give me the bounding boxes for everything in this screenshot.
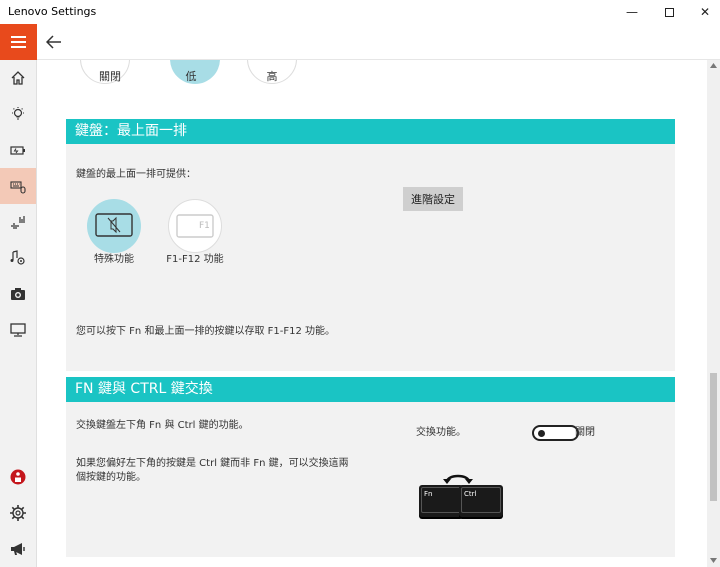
- swap-arrows-icon: [443, 474, 473, 484]
- minimize-icon: —: [626, 5, 638, 19]
- back-arrow-icon: [46, 35, 61, 49]
- scrollbar-thumb[interactable]: [710, 373, 717, 501]
- swap-toggle[interactable]: [532, 425, 579, 441]
- sidebar-item-display[interactable]: [0, 96, 36, 132]
- sidebar-item-settings[interactable]: [0, 495, 36, 531]
- fn-key: Fn: [419, 485, 463, 517]
- maximize-button[interactable]: [651, 0, 687, 24]
- battery-icon: [10, 146, 25, 155]
- camera-icon: [11, 288, 25, 300]
- minimize-button[interactable]: —: [614, 0, 650, 24]
- home-icon: [11, 71, 25, 85]
- fn-ctrl-panel: FN 鍵與 CTRL 鍵交換 交換鍵盤左下角 Fn 與 Ctrl 鍵的功能。 如…: [66, 377, 675, 557]
- main-content: 關閉 低 高 鍵盤：最上面一排 鍵盤的最上面一排可提供： 進階設定 特殊功能 F…: [37, 60, 707, 567]
- top-row-intro: 鍵盤的最上面一排可提供：: [76, 169, 196, 180]
- sidebar-item-audio[interactable]: [0, 240, 36, 276]
- window-title: Lenovo Settings: [8, 5, 97, 18]
- close-icon: ✕: [699, 5, 711, 19]
- megaphone-icon: [11, 543, 25, 555]
- back-button[interactable]: [42, 30, 66, 54]
- special-function-label: 特殊功能: [94, 254, 134, 265]
- sidebar-item-monitor[interactable]: [0, 312, 36, 348]
- sidebar-item-network[interactable]: [0, 204, 36, 240]
- f1-key-label: F1: [199, 221, 210, 231]
- keyboard-mouse-icon: [10, 181, 26, 194]
- hamburger-menu-button[interactable]: [0, 24, 37, 60]
- swap-function-label: 交換功能。: [416, 427, 466, 438]
- hamburger-line: [11, 36, 26, 38]
- sidebar-item-support[interactable]: [0, 459, 36, 495]
- sidebar-item-power[interactable]: [0, 132, 36, 168]
- sidebar: [0, 60, 37, 567]
- audio-settings-icon: [10, 250, 25, 265]
- vertical-scrollbar[interactable]: [707, 60, 720, 567]
- scroll-up-icon[interactable]: [710, 63, 717, 68]
- top-row-note: 您可以按下 Fn 和最上面一排的按鍵以存取 F1-F12 功能。: [76, 326, 336, 337]
- sidebar-item-home[interactable]: [0, 60, 36, 96]
- f1-f12-option[interactable]: F1: [168, 199, 222, 253]
- fn-key-label: Fn: [424, 490, 433, 498]
- advanced-settings-button[interactable]: 進階設定: [403, 187, 463, 211]
- header-bar: [0, 24, 720, 60]
- fn-ctrl-header: FN 鍵與 CTRL 鍵交換: [66, 377, 675, 402]
- top-row-panel: 鍵盤：最上面一排 鍵盤的最上面一排可提供： 進階設定 特殊功能 F1 F1-F1…: [66, 119, 675, 371]
- gear-icon: [10, 505, 26, 521]
- fn-ctrl-detail-line2: 個按鍵的功能。: [76, 472, 146, 483]
- hamburger-line: [11, 46, 26, 48]
- brightness-off-label: 關閉: [99, 70, 121, 83]
- scroll-down-icon[interactable]: [710, 558, 717, 563]
- sidebar-item-input[interactable]: [0, 168, 36, 204]
- top-row-header: 鍵盤：最上面一排: [66, 119, 675, 144]
- f1-f12-label: F1-F12 功能: [166, 254, 224, 265]
- f1-key-icon: [176, 214, 214, 238]
- ctrl-key: Ctrl: [459, 485, 503, 517]
- mute-key-icon: [95, 213, 133, 237]
- title-bar: Lenovo Settings — ✕: [0, 0, 720, 24]
- network-icon: [11, 216, 25, 229]
- close-button[interactable]: ✕: [687, 0, 720, 24]
- ctrl-key-label: Ctrl: [464, 490, 477, 498]
- sidebar-item-camera[interactable]: [0, 276, 36, 312]
- maximize-icon: [664, 7, 674, 17]
- monitor-icon: [10, 323, 26, 337]
- brightness-low-label: 低: [185, 70, 197, 83]
- lenovo-settings-window: Lenovo Settings — ✕ 關閉 低 高 鍵盤：最上面一排 鍵盤的最…: [0, 0, 720, 567]
- special-function-option[interactable]: [87, 199, 141, 253]
- hamburger-line: [11, 41, 26, 43]
- lightbulb-icon: [12, 107, 24, 120]
- brightness-high-label: 高: [266, 70, 278, 83]
- swap-toggle-state: 關閉: [575, 427, 595, 438]
- sidebar-item-feedback[interactable]: [0, 531, 36, 567]
- toggle-knob: [538, 430, 545, 437]
- lenovo-support-icon: [10, 469, 26, 485]
- fn-ctrl-desc: 交換鍵盤左下角 Fn 與 Ctrl 鍵的功能。: [76, 420, 249, 431]
